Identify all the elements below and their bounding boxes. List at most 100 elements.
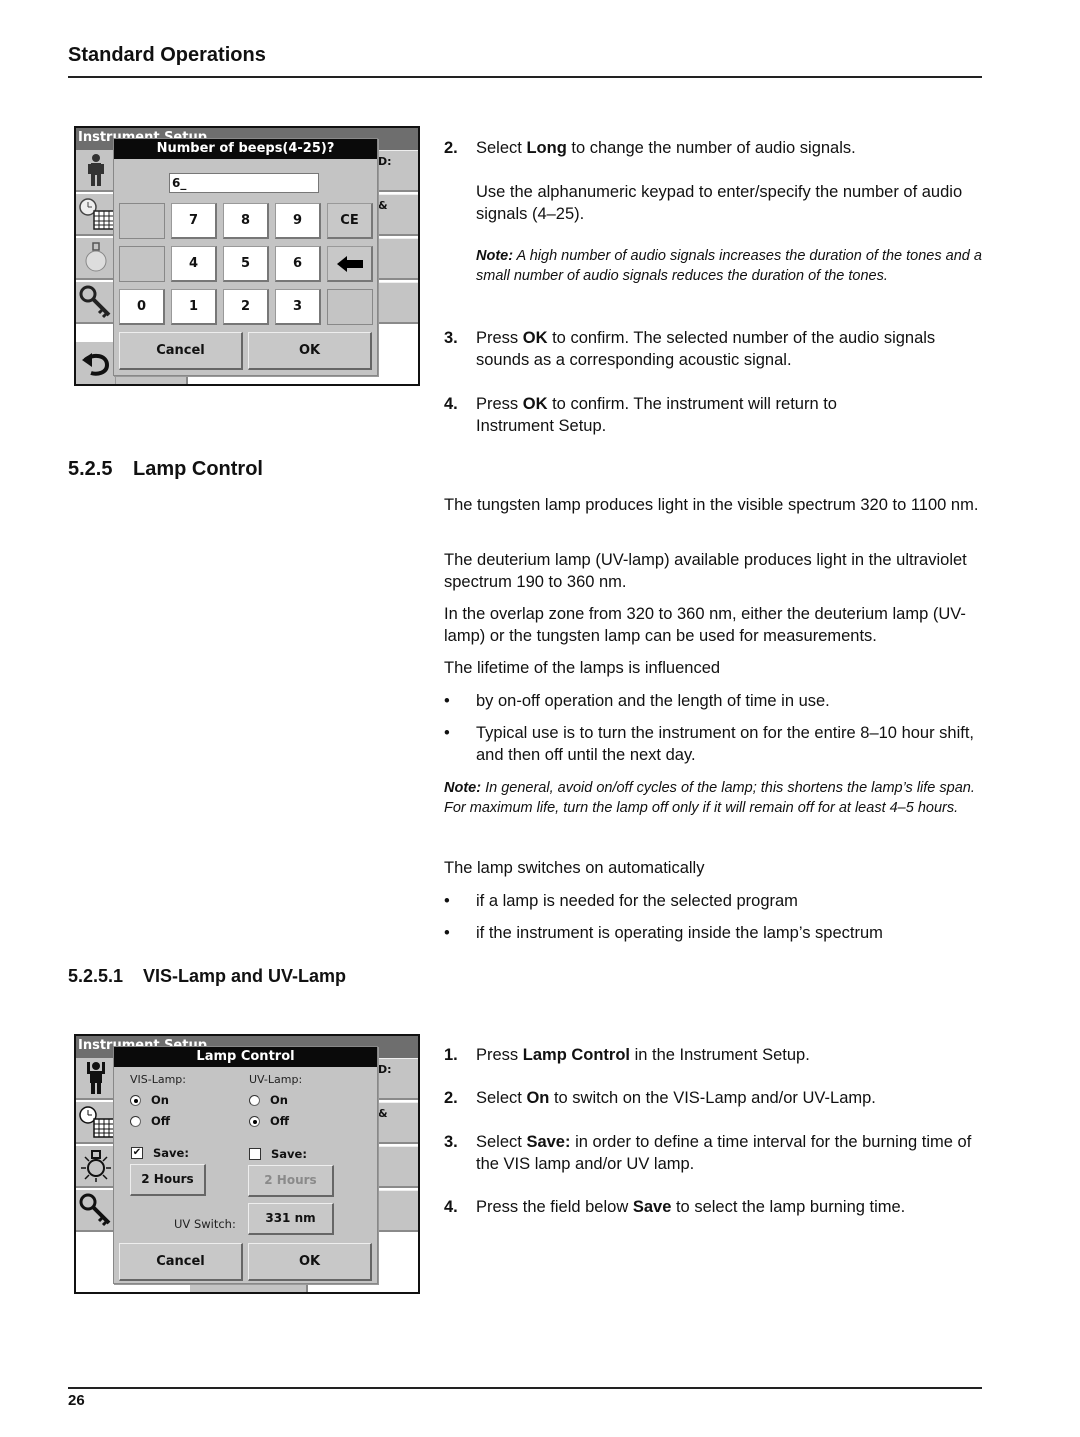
step-bold: Save — [632, 1198, 672, 1216]
side-button-datetime[interactable] — [76, 194, 116, 236]
step-number: 4. — [444, 1198, 458, 1216]
backspace-arrow-icon — [336, 256, 363, 272]
key-backspace[interactable] — [327, 246, 373, 282]
right-button-4[interactable] — [376, 1190, 418, 1232]
radio-label: Off — [151, 1114, 171, 1128]
step-number: 3. — [444, 1133, 458, 1151]
uv-off-radio[interactable]: Off — [249, 1114, 289, 1128]
step-1-lamp-control: 1. Press Lamp Control in the Instrument … — [444, 1044, 984, 1066]
radio-unselected-icon — [249, 1094, 260, 1106]
side-button-datetime[interactable] — [76, 1102, 116, 1144]
overlap-paragraph: In the overlap zone from 320 to 360 nm, … — [444, 605, 966, 645]
right-button-2[interactable]: & — [376, 1102, 418, 1144]
side-button-security[interactable] — [76, 282, 116, 324]
step-number: 1. — [444, 1046, 458, 1064]
right-button-1[interactable]: D: — [376, 150, 418, 192]
bullet-dot: • — [444, 724, 450, 742]
header-rule — [68, 76, 982, 78]
ok-button[interactable]: OK — [248, 332, 372, 370]
step-text: Press — [476, 329, 523, 347]
side-button-lamp[interactable] — [76, 1146, 116, 1188]
ok-button[interactable]: OK — [248, 1243, 372, 1281]
step-bold: Lamp Control — [522, 1046, 631, 1064]
radio-unselected-icon — [130, 1115, 141, 1127]
key-3[interactable]: 3 — [275, 289, 321, 325]
section-title: Lamp Control — [133, 458, 263, 480]
side-button-security[interactable] — [76, 1190, 116, 1232]
note-label: Note: — [444, 780, 482, 796]
step-bold: OK — [522, 395, 548, 413]
checkbox-checked-icon: ✔ — [131, 1147, 143, 1159]
step-number: 4. — [444, 395, 458, 413]
dialog-title: Number of beeps(4-25)? — [114, 139, 377, 159]
key-icon — [79, 285, 110, 319]
note-label: Note: — [476, 248, 514, 264]
vis-hours-button[interactable]: 2 Hours — [130, 1164, 206, 1196]
clock-calendar-icon — [78, 198, 114, 230]
right-button-3[interactable] — [376, 1146, 418, 1188]
right-button-1[interactable]: D: — [376, 1058, 418, 1100]
beeps-input[interactable]: 6_ — [169, 173, 319, 193]
lifetime-paragraph: The lifetime of the lamps is influenced — [444, 659, 721, 677]
uv-on-radio[interactable]: On — [249, 1093, 288, 1107]
key-4[interactable]: 4 — [171, 246, 217, 282]
cancel-button[interactable]: Cancel — [119, 1243, 243, 1281]
key-9[interactable]: 9 — [275, 203, 321, 239]
beeps-dialog: Number of beeps(4-25)? 6_ 7 8 9 CE 4 5 6… — [113, 138, 378, 376]
uv-switch-button[interactable]: 331 nm — [248, 1203, 334, 1235]
key-1[interactable]: 1 — [171, 289, 217, 325]
note-text: A high number of audio signals increases… — [476, 248, 982, 284]
bullet-text: if the instrument is operating inside th… — [476, 924, 883, 942]
step-text: Select — [476, 139, 527, 157]
lamp-bulb-icon — [85, 242, 106, 272]
uv-save-checkbox[interactable]: Save: — [249, 1147, 307, 1161]
step-text: to change the number of audio signals. — [566, 139, 856, 157]
key-2[interactable]: 2 — [223, 289, 269, 325]
key-ce[interactable]: CE — [327, 203, 373, 239]
key-8[interactable]: 8 — [223, 203, 269, 239]
key-5[interactable]: 5 — [223, 246, 269, 282]
vis-lamp-label: VIS-Lamp: — [130, 1073, 186, 1086]
side-button-user[interactable] — [76, 1058, 116, 1100]
step-text: Press — [476, 1046, 523, 1064]
key-6[interactable]: 6 — [275, 246, 321, 282]
subsection-number: 5.2.5.1 — [68, 966, 124, 986]
clock-calendar-icon — [78, 1106, 114, 1138]
back-arrow-icon — [81, 353, 109, 376]
bullet-dot: • — [444, 692, 450, 710]
dialog-title: Lamp Control — [114, 1047, 377, 1067]
right-button-3[interactable] — [376, 238, 418, 280]
radio-selected-icon — [130, 1094, 141, 1106]
right-button-4[interactable] — [376, 282, 418, 324]
key-7[interactable]: 7 — [171, 203, 217, 239]
note-text: In general, avoid on/off cycles of the l… — [444, 780, 975, 816]
auto-bullet: • if the instrument is operating inside … — [444, 922, 984, 944]
vis-on-radio[interactable]: On — [130, 1093, 169, 1107]
step-bold: Long — [526, 139, 567, 157]
lamp-note: Note: In general, avoid on/off cycles of… — [444, 778, 984, 818]
lamp-bulb-icon — [80, 1150, 111, 1182]
step-4-burning-time: 4. Press the field below Save to select … — [444, 1196, 984, 1218]
step-bold: On — [526, 1089, 550, 1107]
back-button[interactable] — [76, 342, 116, 384]
key-blank — [119, 246, 165, 282]
section-number: 5.2.5 — [68, 458, 113, 480]
auto-switch-paragraph: The lamp switches on automatically — [444, 859, 705, 877]
page-header-title: Standard Operations — [68, 44, 266, 66]
subsection-heading: 5.2.5.1 VIS-Lamp and UV-Lamp — [68, 966, 346, 987]
deuterium-paragraph: The deuterium lamp (UV-lamp) available p… — [444, 551, 967, 591]
key-0[interactable]: 0 — [119, 289, 165, 325]
uv-switch-label: UV Switch: — [174, 1217, 236, 1231]
vis-save-checkbox[interactable]: ✔ Save: — [131, 1146, 189, 1160]
lamp-control-dialog: Lamp Control VIS-Lamp: UV-Lamp: On Off O… — [113, 1046, 378, 1284]
vis-off-radio[interactable]: Off — [130, 1114, 170, 1128]
cancel-button[interactable]: Cancel — [119, 332, 243, 370]
section-heading: 5.2.5 Lamp Control — [68, 458, 263, 481]
side-button-lamp[interactable] — [76, 238, 116, 280]
step-text: Press the field below — [476, 1198, 633, 1216]
lifetime-bullet: • by on-off operation and the length of … — [444, 690, 984, 712]
key-icon — [79, 1193, 110, 1227]
side-button-user[interactable] — [76, 150, 116, 192]
right-button-2[interactable]: & — [376, 194, 418, 236]
auto-bullet: • if a lamp is needed for the selected p… — [444, 890, 984, 912]
